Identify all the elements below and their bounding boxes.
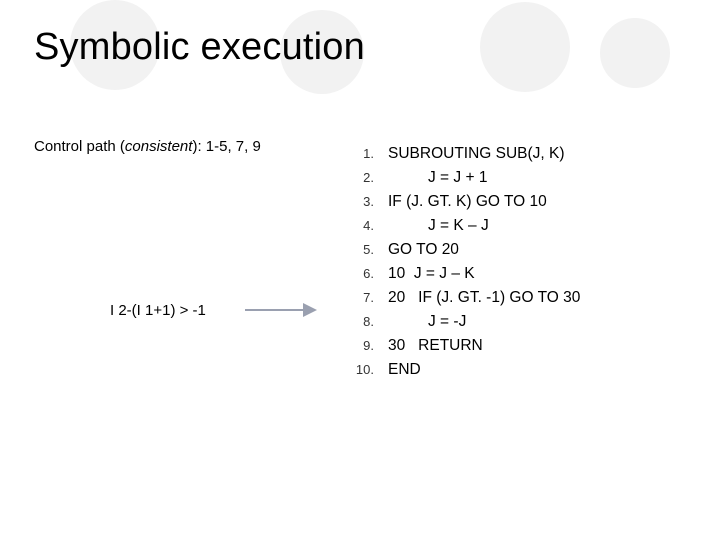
line-number: 8. xyxy=(350,312,388,332)
line-number: 9. xyxy=(350,336,388,356)
code-row: 1. SUBROUTING SUB(J, K) xyxy=(350,142,700,166)
line-number: 7. xyxy=(350,288,388,308)
code-row: 2. J = J + 1 xyxy=(350,166,700,190)
code-statement: SUBROUTING SUB(J, K) xyxy=(388,142,565,166)
control-path-line: Control path (consistent): 1-5, 7, 9 xyxy=(34,138,261,155)
code-row: 3. IF (J. GT. K) GO TO 10 xyxy=(350,190,700,214)
line-number: 2. xyxy=(350,168,388,188)
code-row: 5. GO TO 20 xyxy=(350,238,700,262)
code-statement: J = J + 1 xyxy=(388,166,487,190)
code-statement: J = -J xyxy=(388,310,466,334)
code-row: 8. J = -J xyxy=(350,310,700,334)
code-row: 9. 30 RETURN xyxy=(350,334,700,358)
control-path-prefix: Control path xyxy=(34,138,120,155)
code-statement: 10 J = J – K xyxy=(388,262,475,286)
code-statement: 20 IF (J. GT. -1) GO TO 30 xyxy=(388,286,580,310)
code-statement: 30 RETURN xyxy=(388,334,483,358)
bg-circle-3 xyxy=(480,2,570,92)
bg-circle-4 xyxy=(600,18,670,88)
code-statement: IF (J. GT. K) GO TO 10 xyxy=(388,190,547,214)
code-statement: J = K – J xyxy=(388,214,489,238)
code-row: 4. J = K – J xyxy=(350,214,700,238)
line-number: 4. xyxy=(350,216,388,236)
code-row: 6. 10 J = J – K xyxy=(350,262,700,286)
line-number: 3. xyxy=(350,192,388,212)
arrow-icon xyxy=(245,300,325,322)
path-condition-formula: I 2-(I 1+1) > -1 xyxy=(110,302,206,319)
line-number: 6. xyxy=(350,264,388,284)
line-number: 10. xyxy=(350,360,388,380)
line-number: 5. xyxy=(350,240,388,260)
code-row: 10. END xyxy=(350,358,700,382)
code-row: 7. 20 IF (J. GT. -1) GO TO 30 xyxy=(350,286,700,310)
slide-title: Symbolic execution xyxy=(34,26,365,69)
line-number: 1. xyxy=(350,144,388,164)
code-statement: END xyxy=(388,358,421,382)
code-listing: 1. SUBROUTING SUB(J, K) 2. J = J + 1 3. … xyxy=(350,142,700,382)
control-path-tail: : 1-5, 7, 9 xyxy=(197,138,260,155)
code-statement: GO TO 20 xyxy=(388,238,459,262)
control-path-status: consistent xyxy=(125,138,193,155)
